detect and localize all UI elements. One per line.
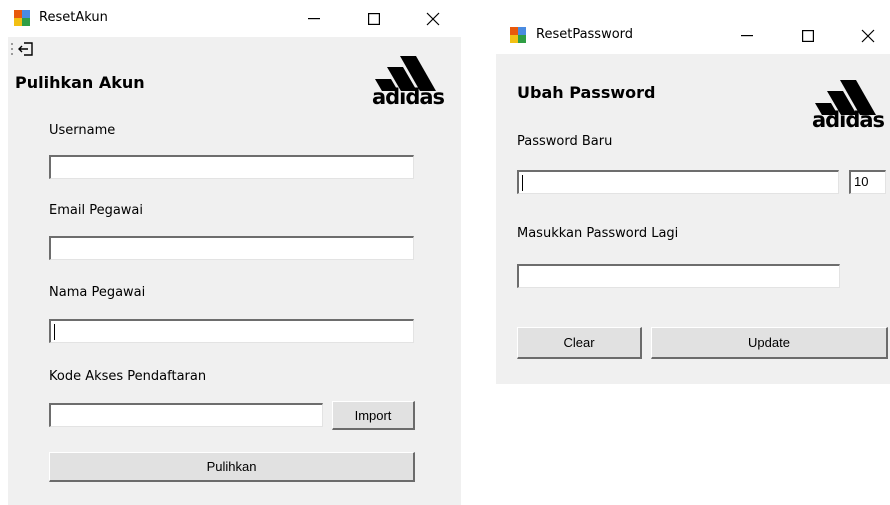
- exit-icon: [18, 42, 33, 56]
- reset-akun-client-area: Pulihkan Akun adidas Username Email Pega…: [8, 37, 461, 505]
- reset-akun-window: ResetAkun Pulihkan Akun adidas Username …: [8, 0, 461, 505]
- reset-password-titlebar[interactable]: ResetPassword: [496, 17, 890, 54]
- window-title: ResetAkun: [39, 10, 108, 25]
- kode-akses-input[interactable]: [49, 403, 323, 427]
- minimize-button[interactable]: [294, 4, 334, 34]
- toolstrip-grip: [11, 43, 13, 55]
- email-input[interactable]: [49, 236, 414, 260]
- app-form-icon: [14, 10, 30, 26]
- maximize-icon: [368, 13, 380, 25]
- minimize-icon: [308, 18, 320, 20]
- exit-button[interactable]: [17, 41, 37, 59]
- kode-akses-label: Kode Akses Pendaftaran: [49, 369, 207, 384]
- reset-akun-titlebar[interactable]: ResetAkun: [8, 0, 461, 37]
- close-icon: [426, 12, 440, 26]
- close-button[interactable]: [848, 21, 888, 51]
- adidas-logo: adidas: [806, 71, 890, 132]
- clear-button[interactable]: Clear: [517, 327, 642, 359]
- close-button[interactable]: [413, 4, 453, 34]
- update-button[interactable]: Update: [651, 327, 888, 359]
- nama-input[interactable]: [49, 319, 414, 343]
- text-caret: [54, 324, 55, 340]
- username-input[interactable]: [49, 155, 414, 179]
- minimize-button[interactable]: [727, 21, 767, 51]
- pulihkan-button[interactable]: Pulihkan: [49, 452, 415, 482]
- app-form-icon: [510, 27, 526, 43]
- window-title: ResetPassword: [536, 27, 634, 42]
- password-lagi-label: Masukkan Password Lagi: [517, 226, 679, 241]
- minimize-icon: [741, 35, 753, 37]
- maximize-button[interactable]: [788, 21, 828, 51]
- reset-password-window: ResetPassword Ubah Password adidas Passw…: [496, 17, 890, 384]
- page-title: Ubah Password: [517, 83, 656, 102]
- page-title: Pulihkan Akun: [15, 73, 145, 92]
- brand-wordmark: adidas: [371, 85, 445, 109]
- password-lagi-input[interactable]: [517, 264, 840, 288]
- text-caret: [522, 175, 523, 191]
- email-label: Email Pegawai: [49, 203, 144, 218]
- reset-password-client-area: Ubah Password adidas Password Baru 10 Ma…: [496, 54, 890, 384]
- password-baru-input[interactable]: [517, 170, 839, 194]
- brand-wordmark: adidas: [811, 108, 885, 132]
- close-icon: [861, 29, 875, 43]
- adidas-logo: adidas: [368, 45, 448, 109]
- username-label: Username: [49, 123, 116, 138]
- nama-label: Nama Pegawai: [49, 285, 146, 300]
- password-baru-label: Password Baru: [517, 134, 613, 149]
- import-button[interactable]: Import: [332, 401, 415, 430]
- maximize-icon: [802, 30, 814, 42]
- maximize-button[interactable]: [354, 4, 394, 34]
- password-length-input[interactable]: 10: [849, 170, 886, 194]
